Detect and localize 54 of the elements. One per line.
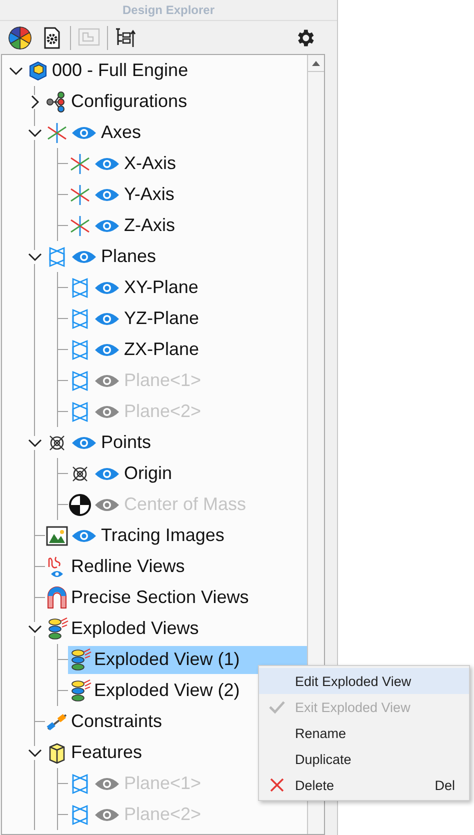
tree-item[interactable]: Points [45, 428, 307, 456]
delete-icon [270, 778, 284, 792]
axes-icon [68, 182, 92, 206]
eye-icon[interactable] [71, 124, 97, 140]
eye-icon[interactable] [94, 372, 120, 388]
document-gear-icon [42, 26, 62, 48]
axes-icon [45, 120, 69, 144]
eye-icon[interactable] [94, 280, 120, 296]
tree-item[interactable]: Exploded View (1) [68, 646, 307, 674]
eye-icon[interactable] [94, 342, 120, 358]
toolbar-button[interactable] [6, 24, 34, 52]
tree-item[interactable]: Precise Section Views [45, 584, 307, 612]
eye-icon[interactable] [71, 434, 97, 450]
eye-icon[interactable] [94, 776, 120, 792]
eye-icon[interactable] [94, 310, 120, 326]
eye-icon[interactable] [71, 248, 97, 264]
menu-item[interactable]: Duplicate [259, 746, 469, 772]
tree-item[interactable]: XY-Plane [68, 274, 307, 302]
tree-item[interactable]: YZ-Plane [68, 304, 307, 332]
eye-icon[interactable] [94, 156, 120, 172]
tree-item[interactable]: Origin [68, 460, 307, 488]
tree-item[interactable]: Planes [45, 242, 307, 270]
tree-item[interactable]: Axes [45, 118, 307, 146]
eye-icon[interactable] [94, 186, 120, 202]
axes-icon [68, 152, 92, 176]
panel-title: Design Explorer [0, 0, 337, 21]
scroll-up-icon[interactable] [312, 60, 320, 66]
tree-sort-icon [115, 26, 137, 48]
tree-item[interactable]: Tracing Images [45, 522, 307, 550]
menu-item[interactable]: Rename [259, 720, 469, 746]
image-icon [45, 524, 69, 548]
eye-icon[interactable] [94, 404, 120, 420]
menu-item[interactable]: Edit Exploded View [259, 668, 469, 694]
menu-item[interactable]: Delete Del [259, 772, 469, 798]
eye-icon[interactable] [94, 218, 120, 234]
checkmark-icon [269, 700, 285, 714]
tree-item[interactable]: Configurations [45, 88, 307, 116]
tree-item[interactable]: X-Axis [68, 150, 307, 178]
tree-item[interactable]: Redline Views [45, 552, 307, 580]
sketch-icon [78, 28, 100, 48]
tree-item[interactable]: 000 - Full Engine [26, 56, 307, 84]
eye-icon[interactable] [94, 496, 120, 512]
shortcut-label: Del [434, 778, 455, 792]
eye-icon[interactable] [94, 466, 120, 482]
eye-icon[interactable] [71, 528, 97, 544]
tree-item[interactable]: Z-Axis [68, 212, 307, 240]
eye-icon[interactable] [94, 806, 120, 822]
tree-item[interactable]: Exploded Views [45, 614, 307, 642]
axes-icon [68, 214, 92, 238]
tree-item[interactable]: ZX-Plane [68, 336, 307, 364]
wheel-icon [8, 26, 32, 50]
center-of-mass-icon [68, 492, 92, 516]
tree-item[interactable]: Y-Axis [68, 180, 307, 208]
section-view-icon [45, 586, 69, 610]
